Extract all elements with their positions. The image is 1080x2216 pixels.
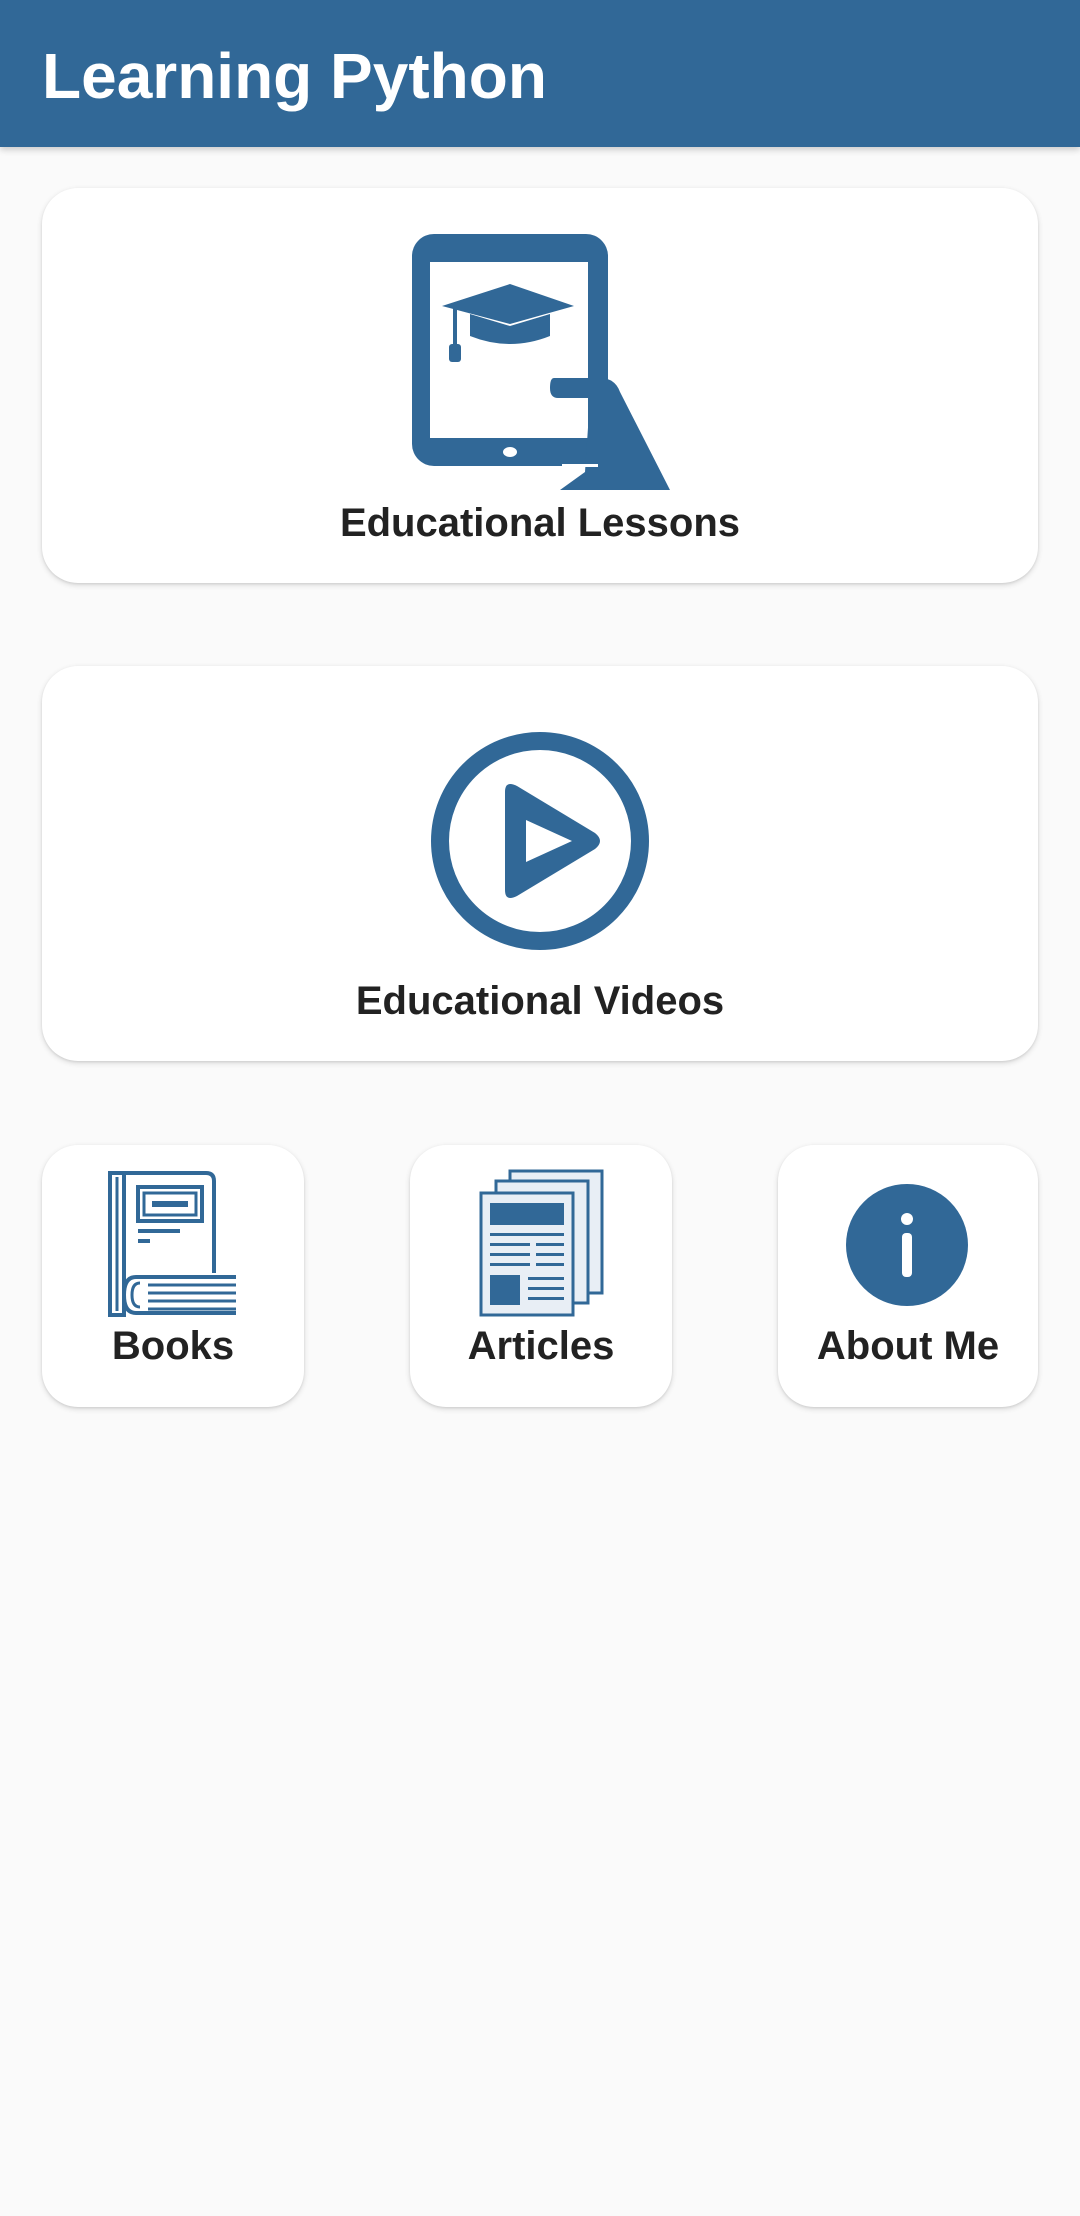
articles-card[interactable]: Articles bbox=[410, 1145, 672, 1407]
about-me-label: About Me bbox=[816, 1324, 1000, 1368]
info-icon bbox=[846, 1184, 968, 1306]
articles-label: Articles bbox=[467, 1324, 615, 1368]
book-icon bbox=[108, 1171, 236, 1317]
educational-lessons-label: Educational Lessons bbox=[339, 501, 741, 545]
play-circle-icon bbox=[431, 732, 649, 950]
books-card[interactable]: Books bbox=[42, 1145, 304, 1407]
educational-videos-label: Educational Videos bbox=[355, 979, 725, 1023]
educational-videos-card[interactable]: Educational Videos bbox=[42, 666, 1038, 1061]
books-label: Books bbox=[111, 1324, 235, 1368]
about-me-card[interactable]: About Me bbox=[778, 1145, 1038, 1407]
app-bar: Learning Python bbox=[0, 0, 1080, 147]
newspaper-icon bbox=[479, 1169, 604, 1317]
educational-lessons-card[interactable]: Educational Lessons bbox=[42, 188, 1038, 583]
app-title: Learning Python bbox=[42, 40, 547, 112]
tablet-graduation-cap-icon bbox=[412, 234, 670, 490]
